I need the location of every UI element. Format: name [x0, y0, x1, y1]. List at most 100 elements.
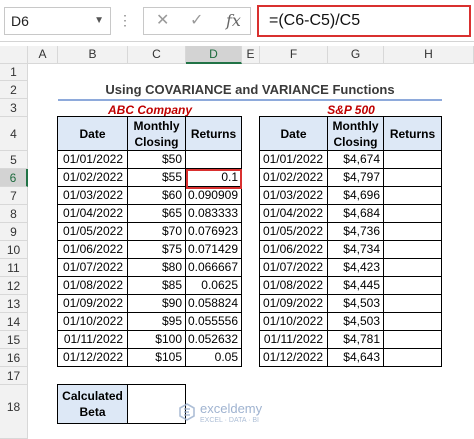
column-header-c[interactable]: C	[128, 46, 186, 64]
more-options-icon[interactable]: ⋮	[118, 10, 132, 30]
column-header-d[interactable]: D	[186, 46, 242, 64]
row-header-10[interactable]: 10	[0, 241, 28, 259]
abc-date-cell[interactable]: 01/08/2022	[58, 277, 128, 295]
formula-input[interactable]: =(C6-C5)/C5	[257, 5, 471, 37]
sp500-closing-cell[interactable]: $4,503	[328, 295, 384, 313]
row-header-11[interactable]: 11	[0, 259, 28, 277]
abc-date-cell[interactable]: 01/06/2022	[58, 241, 128, 259]
abc-date-cell[interactable]: 01/07/2022	[58, 259, 128, 277]
row-header-7[interactable]: 7	[0, 187, 28, 205]
column-header-h[interactable]: H	[384, 46, 474, 64]
abc-returns-cell[interactable]: 0.058824	[186, 295, 242, 313]
abc-returns-cell[interactable]: 0.076923	[186, 223, 242, 241]
abc-returns-cell[interactable]: 0.083333	[186, 205, 242, 223]
column-header-g[interactable]: G	[328, 46, 384, 64]
sp500-date-cell[interactable]: 01/11/2022	[260, 331, 328, 349]
sp500-date-cell[interactable]: 01/12/2022	[260, 349, 328, 367]
column-header-e[interactable]: E	[242, 46, 260, 64]
sp500-closing-cell[interactable]: $4,797	[328, 169, 384, 187]
row-header-4[interactable]: 4	[0, 117, 28, 151]
sp500-returns-cell[interactable]	[384, 223, 442, 241]
sp500-returns-cell[interactable]	[384, 277, 442, 295]
sp500-date-cell[interactable]: 01/05/2022	[260, 223, 328, 241]
row-header-16[interactable]: 16	[0, 349, 28, 367]
abc-closing-cell[interactable]: $105	[128, 349, 186, 367]
row-header-9[interactable]: 9	[0, 223, 28, 241]
abc-closing-cell[interactable]: $70	[128, 223, 186, 241]
abc-date-cell[interactable]: 01/11/2022	[58, 331, 128, 349]
chevron-down-icon[interactable]: ▼	[94, 8, 104, 34]
abc-returns-cell[interactable]: 0.0625	[186, 277, 242, 295]
cancel-icon[interactable]: ✕	[156, 10, 169, 32]
insert-function-icon[interactable]: fx	[226, 10, 241, 32]
abc-date-cell[interactable]: 01/01/2022	[58, 151, 128, 169]
sp500-returns-cell[interactable]	[384, 151, 442, 169]
sp500-date-cell[interactable]: 01/03/2022	[260, 187, 328, 205]
sp500-closing-cell[interactable]: $4,423	[328, 259, 384, 277]
sp500-returns-cell[interactable]	[384, 331, 442, 349]
abc-date-cell[interactable]: 01/10/2022	[58, 313, 128, 331]
column-header-a[interactable]: A	[28, 46, 58, 64]
sp500-date-cell[interactable]: 01/07/2022	[260, 259, 328, 277]
select-all-corner[interactable]	[0, 46, 28, 64]
abc-closing-cell[interactable]: $60	[128, 187, 186, 205]
sp500-returns-cell[interactable]	[384, 205, 442, 223]
abc-date-cell[interactable]: 01/12/2022	[58, 349, 128, 367]
abc-returns-cell[interactable]: 0.05	[186, 349, 242, 367]
sp500-date-cell[interactable]: 01/06/2022	[260, 241, 328, 259]
abc-date-cell[interactable]: 01/02/2022	[58, 169, 128, 187]
row-header-8[interactable]: 8	[0, 205, 28, 223]
abc-closing-cell[interactable]: $65	[128, 205, 186, 223]
abc-date-cell[interactable]: 01/03/2022	[58, 187, 128, 205]
abc-date-cell[interactable]: 01/09/2022	[58, 295, 128, 313]
abc-closing-cell[interactable]: $85	[128, 277, 186, 295]
sp500-closing-cell[interactable]: $4,734	[328, 241, 384, 259]
sp500-closing-cell[interactable]: $4,503	[328, 313, 384, 331]
abc-returns-cell[interactable]: 0.071429	[186, 241, 242, 259]
sp500-closing-cell[interactable]: $4,674	[328, 151, 384, 169]
row-header-5[interactable]: 5	[0, 151, 28, 169]
abc-returns-cell[interactable]: 0.066667	[186, 259, 242, 277]
sp500-closing-cell[interactable]: $4,696	[328, 187, 384, 205]
row-header-13[interactable]: 13	[0, 295, 28, 313]
abc-returns-cell[interactable]	[186, 151, 242, 169]
sp500-closing-cell[interactable]: $4,736	[328, 223, 384, 241]
sp500-date-cell[interactable]: 01/08/2022	[260, 277, 328, 295]
sp500-closing-cell[interactable]: $4,781	[328, 331, 384, 349]
row-header-12[interactable]: 12	[0, 277, 28, 295]
row-header-14[interactable]: 14	[0, 313, 28, 331]
sp500-returns-cell[interactable]	[384, 295, 442, 313]
sp500-returns-cell[interactable]	[384, 349, 442, 367]
abc-closing-cell[interactable]: $80	[128, 259, 186, 277]
sp500-returns-cell[interactable]	[384, 259, 442, 277]
abc-date-cell[interactable]: 01/05/2022	[58, 223, 128, 241]
sp500-date-cell[interactable]: 01/04/2022	[260, 205, 328, 223]
row-header-2[interactable]: 2	[0, 81, 28, 99]
abc-closing-cell[interactable]: $75	[128, 241, 186, 259]
sp500-returns-cell[interactable]	[384, 187, 442, 205]
row-header-17[interactable]: 17	[0, 367, 28, 385]
sp500-date-cell[interactable]: 01/10/2022	[260, 313, 328, 331]
row-header-1[interactable]: 1	[0, 64, 28, 81]
row-header-18[interactable]: 18	[0, 385, 28, 439]
abc-closing-cell[interactable]: $55	[128, 169, 186, 187]
row-header-6[interactable]: 6	[0, 169, 28, 187]
sp500-date-cell[interactable]: 01/02/2022	[260, 169, 328, 187]
sp500-date-cell[interactable]: 01/01/2022	[260, 151, 328, 169]
column-header-b[interactable]: B	[58, 46, 128, 64]
sp500-returns-cell[interactable]	[384, 169, 442, 187]
active-cell-d6[interactable]	[186, 169, 242, 189]
enter-icon[interactable]: ✓	[190, 10, 203, 32]
abc-returns-cell[interactable]: 0.052632	[186, 331, 242, 349]
sp500-returns-cell[interactable]	[384, 241, 442, 259]
sp500-closing-cell[interactable]: $4,684	[328, 205, 384, 223]
abc-returns-cell[interactable]: 0.055556	[186, 313, 242, 331]
abc-date-cell[interactable]: 01/04/2022	[58, 205, 128, 223]
abc-returns-cell[interactable]: 0.090909	[186, 187, 242, 205]
sp500-date-cell[interactable]: 01/09/2022	[260, 295, 328, 313]
column-header-f[interactable]: F	[260, 46, 328, 64]
abc-closing-cell[interactable]: $95	[128, 313, 186, 331]
abc-closing-cell[interactable]: $50	[128, 151, 186, 169]
name-box[interactable]: D6 ▼	[4, 7, 111, 35]
sp500-returns-cell[interactable]	[384, 313, 442, 331]
